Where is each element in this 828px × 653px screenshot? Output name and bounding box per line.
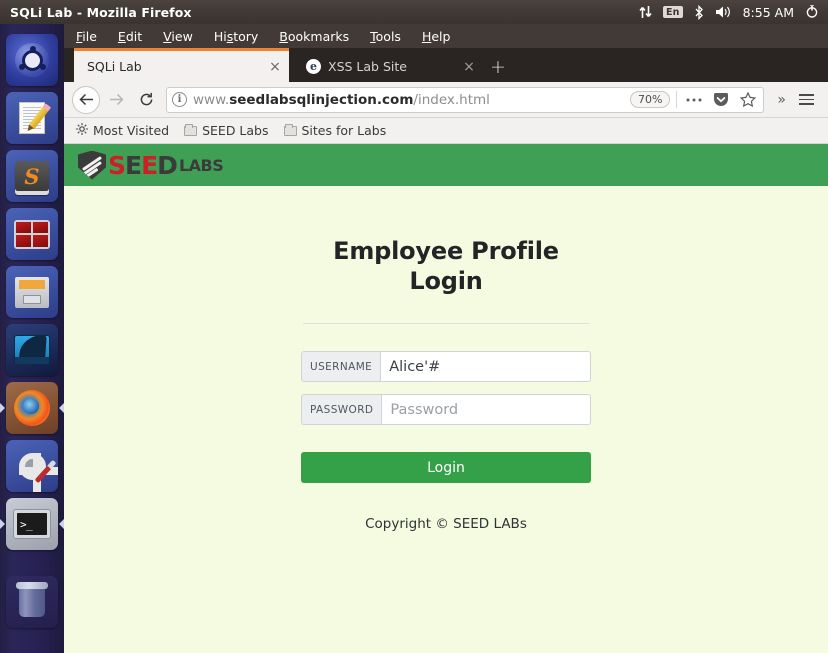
- logo-seed-text: SEED: [108, 150, 178, 180]
- launcher-item-firefox[interactable]: [6, 382, 58, 434]
- menu-help[interactable]: Help: [422, 29, 451, 44]
- tab-title: SQLi Lab: [87, 59, 142, 74]
- bookmark-label: Most Visited: [93, 123, 170, 138]
- toolbar-divider: [676, 91, 678, 108]
- terminal-icon: >_: [6, 498, 58, 550]
- network-updown-icon[interactable]: [639, 4, 652, 20]
- tab-strip: SQLi Lab × e XSS Lab Site × +: [64, 48, 828, 82]
- url-bar[interactable]: i www.seedlabsqlinjection.com/index.html…: [166, 86, 765, 113]
- forward-button[interactable]: [102, 86, 130, 114]
- title-divider: [303, 323, 589, 325]
- bookmark-sites-for-labs[interactable]: Sites for Labs: [283, 123, 387, 138]
- terminator-icon: [6, 208, 58, 260]
- close-icon[interactable]: ×: [267, 59, 283, 75]
- bluetooth-icon[interactable]: [694, 4, 704, 20]
- ubuntu-launcher: S >_: [0, 24, 64, 653]
- password-label: PASSWORD: [301, 394, 382, 426]
- ubuntu-logo-icon: [6, 34, 58, 86]
- tab-sqli-lab[interactable]: SQLi Lab ×: [74, 51, 289, 82]
- reload-button[interactable]: [132, 86, 160, 114]
- login-button[interactable]: Login: [301, 452, 591, 484]
- system-tray: En 8:55 AM: [639, 4, 828, 20]
- tab-title: XSS Lab Site: [328, 59, 407, 74]
- launcher-item-system-settings[interactable]: [6, 440, 58, 492]
- launcher-item-ubuntu-dash[interactable]: [6, 34, 58, 86]
- launcher-item-text-editor[interactable]: [6, 92, 58, 144]
- menu-bar: File Edit View History Bookmarks Tools H…: [64, 24, 828, 48]
- password-field-group: PASSWORD Password: [301, 394, 591, 426]
- keyboard-layout-indicator[interactable]: En: [662, 6, 683, 18]
- sublime-text-icon: S: [6, 150, 58, 202]
- menu-view[interactable]: View: [163, 29, 193, 44]
- launcher-running-indicator-left: [0, 519, 5, 529]
- menu-tools[interactable]: Tools: [370, 29, 401, 44]
- username-label: USERNAME: [301, 351, 381, 383]
- site-header: SEED LABS: [64, 144, 828, 186]
- username-field-group: USERNAME Alice'#: [301, 351, 591, 383]
- bookmarks-toolbar: Most Visited SEED Labs Sites for Labs: [64, 118, 828, 144]
- password-input[interactable]: Password: [381, 394, 591, 426]
- launcher-item-terminal[interactable]: >_: [6, 498, 58, 550]
- menu-history[interactable]: History: [214, 29, 258, 44]
- bookmark-most-visited[interactable]: Most Visited: [76, 123, 169, 138]
- gear-wrench-icon: [6, 440, 58, 492]
- window-title: SQLi Lab - Mozilla Firefox: [10, 4, 192, 20]
- launcher-item-wireshark[interactable]: [6, 324, 58, 376]
- trash-icon: [6, 576, 58, 628]
- page-actions-icon[interactable]: [683, 89, 704, 110]
- hamburger-menu-icon[interactable]: [793, 93, 820, 106]
- firefox-window: File Edit View History Bookmarks Tools H…: [64, 24, 828, 653]
- page-content: SEED LABS Employee Profile Login USERNAM…: [64, 144, 828, 653]
- logo-labs-text: LABS: [178, 155, 224, 175]
- bookmark-label: Sites for Labs: [301, 123, 387, 138]
- folder-icon: [283, 123, 297, 136]
- launcher-running-indicator-left: [0, 403, 5, 413]
- launcher-item-files[interactable]: [6, 266, 58, 318]
- info-icon[interactable]: i: [172, 92, 187, 107]
- page-title: Employee Profile Login: [333, 237, 559, 296]
- back-button[interactable]: [72, 85, 100, 114]
- launcher-item-trash[interactable]: [6, 576, 58, 628]
- clock[interactable]: 8:55 AM: [743, 5, 794, 20]
- volume-icon[interactable]: [715, 4, 732, 20]
- navigation-toolbar: i www.seedlabsqlinjection.com/index.html…: [64, 82, 828, 118]
- page-body: Employee Profile Login USERNAME Alice'# …: [64, 186, 828, 532]
- copyright-text: Copyright © SEED LABs: [365, 516, 527, 533]
- power-gear-icon[interactable]: [805, 4, 819, 20]
- zoom-level-badge[interactable]: 70%: [629, 91, 671, 108]
- overflow-menu-button[interactable]: »: [772, 92, 791, 108]
- gear-icon: [76, 123, 88, 138]
- menu-bookmarks[interactable]: Bookmarks: [279, 29, 349, 44]
- file-manager-icon: [6, 266, 58, 318]
- bookmark-label: SEED Labs: [202, 123, 269, 138]
- launcher-item-sublime-text[interactable]: S: [6, 150, 58, 202]
- seed-shield-icon: [78, 150, 106, 180]
- seed-labs-logo[interactable]: SEED LABS: [78, 150, 224, 180]
- tab-xss-lab-site[interactable]: e XSS Lab Site ×: [293, 51, 483, 82]
- folder-icon: [184, 123, 198, 136]
- close-icon[interactable]: ×: [461, 59, 477, 75]
- menu-edit[interactable]: Edit: [118, 29, 142, 44]
- wireshark-icon: [6, 324, 58, 376]
- username-input[interactable]: Alice'#: [380, 351, 591, 383]
- launcher-item-terminator[interactable]: [6, 208, 58, 260]
- new-tab-button[interactable]: +: [483, 51, 513, 82]
- bookmark-seed-labs[interactable]: SEED Labs: [184, 123, 269, 138]
- star-icon[interactable]: [737, 89, 758, 110]
- menu-file[interactable]: File: [76, 29, 97, 44]
- url-text: www.seedlabsqlinjection.com/index.html: [193, 91, 490, 108]
- login-card: Employee Profile Login USERNAME Alice'# …: [301, 236, 591, 532]
- ubuntu-top-panel: SQLi Lab - Mozilla Firefox En 8:55 AM: [0, 0, 828, 24]
- favicon-icon: e: [306, 59, 321, 74]
- screen: SQLi Lab - Mozilla Firefox En 8:55 AM S …: [0, 0, 828, 653]
- firefox-icon: [6, 382, 58, 434]
- pocket-icon[interactable]: [710, 89, 731, 110]
- gedit-icon: [6, 92, 58, 144]
